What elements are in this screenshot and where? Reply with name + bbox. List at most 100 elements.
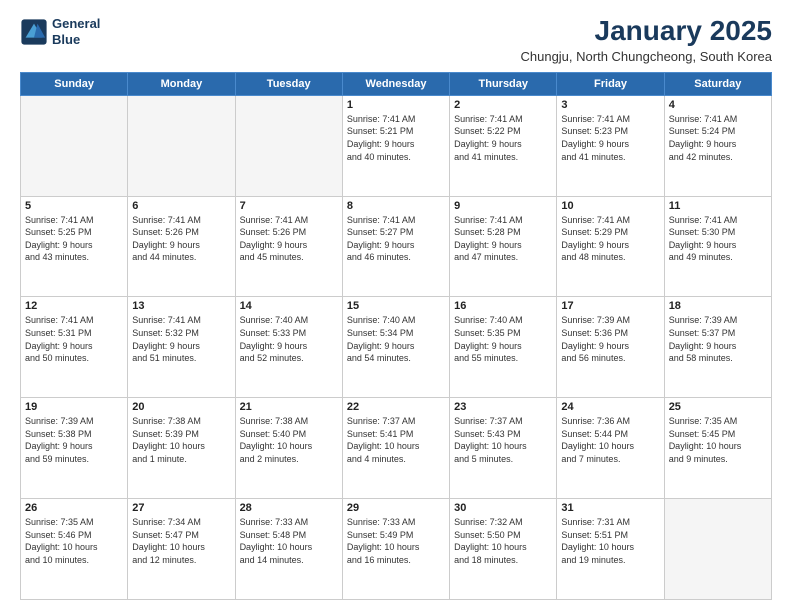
day-info: Sunrise: 7:40 AM Sunset: 5:33 PM Dayligh…: [240, 314, 338, 364]
day-info: Sunrise: 7:33 AM Sunset: 5:48 PM Dayligh…: [240, 516, 338, 566]
calendar-cell-w5-d6: 31 Sunrise: 7:31 AM Sunset: 5:51 PM Dayli…: [557, 499, 664, 600]
calendar-cell-w5-d7: [664, 499, 771, 600]
calendar-cell-w3-d2: 13 Sunrise: 7:41 AM Sunset: 5:32 PM Dayli…: [128, 297, 235, 398]
day-number: 17: [561, 300, 659, 312]
day-info: Sunrise: 7:39 AM Sunset: 5:37 PM Dayligh…: [669, 314, 767, 364]
day-info: Sunrise: 7:41 AM Sunset: 5:21 PM Dayligh…: [347, 113, 445, 163]
calendar-cell-w1-d6: 3Sunrise: 7:41 AM Sunset: 5:23 PM Daylig…: [557, 95, 664, 196]
week-row-4: 19 Sunrise: 7:39 AM Sunset: 5:38 PM Dayli…: [21, 398, 772, 499]
day-info: Sunrise: 7:41 AM Sunset: 5:25 PM Dayligh…: [25, 214, 123, 264]
day-info: Sunrise: 7:39 AM Sunset: 5:38 PM Dayligh…: [25, 415, 123, 465]
day-number: 22: [347, 401, 445, 413]
day-number: 9: [454, 200, 552, 212]
day-info: Sunrise: 7:41 AM Sunset: 5:32 PM Dayligh…: [132, 314, 230, 364]
calendar-cell-w4-d6: 24 Sunrise: 7:36 AM Sunset: 5:44 PM Dayli…: [557, 398, 664, 499]
day-info: Sunrise: 7:40 AM Sunset: 5:35 PM Dayligh…: [454, 314, 552, 364]
header-tuesday: Tuesday: [235, 72, 342, 95]
day-number: 6: [132, 200, 230, 212]
day-number: 18: [669, 300, 767, 312]
logo: General Blue: [20, 16, 100, 47]
day-info: Sunrise: 7:41 AM Sunset: 5:26 PM Dayligh…: [240, 214, 338, 264]
calendar-cell-w1-d3: [235, 95, 342, 196]
day-number: 27: [132, 502, 230, 514]
day-info: Sunrise: 7:36 AM Sunset: 5:44 PM Dayligh…: [561, 415, 659, 465]
calendar-cell-w2-d4: 8Sunrise: 7:41 AM Sunset: 5:27 PM Daylig…: [342, 196, 449, 297]
week-row-5: 26 Sunrise: 7:35 AM Sunset: 5:46 PM Dayli…: [21, 499, 772, 600]
calendar-cell-w2-d2: 6Sunrise: 7:41 AM Sunset: 5:26 PM Daylig…: [128, 196, 235, 297]
header-saturday: Saturday: [664, 72, 771, 95]
calendar-cell-w5-d5: 30 Sunrise: 7:32 AM Sunset: 5:50 PM Dayli…: [450, 499, 557, 600]
day-number: 21: [240, 401, 338, 413]
calendar-cell-w3-d5: 16 Sunrise: 7:40 AM Sunset: 5:35 PM Dayli…: [450, 297, 557, 398]
day-number: 31: [561, 502, 659, 514]
day-info: Sunrise: 7:38 AM Sunset: 5:39 PM Dayligh…: [132, 415, 230, 465]
calendar-table: Sunday Monday Tuesday Wednesday Thursday…: [20, 72, 772, 600]
calendar-cell-w4-d1: 19 Sunrise: 7:39 AM Sunset: 5:38 PM Dayli…: [21, 398, 128, 499]
day-info: Sunrise: 7:41 AM Sunset: 5:23 PM Dayligh…: [561, 113, 659, 163]
header-wednesday: Wednesday: [342, 72, 449, 95]
day-number: 25: [669, 401, 767, 413]
calendar-cell-w4-d5: 23 Sunrise: 7:37 AM Sunset: 5:43 PM Dayli…: [450, 398, 557, 499]
header-friday: Friday: [557, 72, 664, 95]
day-info: Sunrise: 7:39 AM Sunset: 5:36 PM Dayligh…: [561, 314, 659, 364]
day-number: 2: [454, 99, 552, 111]
week-row-2: 5 Sunrise: 7:41 AM Sunset: 5:25 PM Daylig…: [21, 196, 772, 297]
header-sunday: Sunday: [21, 72, 128, 95]
week-row-3: 12Sunrise: 7:41 AM Sunset: 5:31 PM Dayli…: [21, 297, 772, 398]
day-number: 28: [240, 502, 338, 514]
calendar-cell-w1-d1: [21, 95, 128, 196]
header: General Blue January 2025 Chungju, North…: [20, 16, 772, 64]
day-info: Sunrise: 7:37 AM Sunset: 5:41 PM Dayligh…: [347, 415, 445, 465]
day-number: 19: [25, 401, 123, 413]
day-info: Sunrise: 7:41 AM Sunset: 5:29 PM Dayligh…: [561, 214, 659, 264]
calendar-cell-w5-d2: 27 Sunrise: 7:34 AM Sunset: 5:47 PM Dayli…: [128, 499, 235, 600]
day-info: Sunrise: 7:34 AM Sunset: 5:47 PM Dayligh…: [132, 516, 230, 566]
calendar-cell-w4-d2: 20 Sunrise: 7:38 AM Sunset: 5:39 PM Dayli…: [128, 398, 235, 499]
calendar-cell-w3-d1: 12Sunrise: 7:41 AM Sunset: 5:31 PM Dayli…: [21, 297, 128, 398]
day-info: Sunrise: 7:35 AM Sunset: 5:46 PM Dayligh…: [25, 516, 123, 566]
calendar-cell-w3-d7: 18 Sunrise: 7:39 AM Sunset: 5:37 PM Dayli…: [664, 297, 771, 398]
day-number: 26: [25, 502, 123, 514]
day-info: Sunrise: 7:41 AM Sunset: 5:22 PM Dayligh…: [454, 113, 552, 163]
day-info: Sunrise: 7:31 AM Sunset: 5:51 PM Dayligh…: [561, 516, 659, 566]
calendar-cell-w3-d6: 17 Sunrise: 7:39 AM Sunset: 5:36 PM Dayli…: [557, 297, 664, 398]
day-number: 15: [347, 300, 445, 312]
calendar-cell-w2-d5: 9Sunrise: 7:41 AM Sunset: 5:28 PM Daylig…: [450, 196, 557, 297]
calendar-cell-w1-d2: [128, 95, 235, 196]
page: General Blue January 2025 Chungju, North…: [0, 0, 792, 612]
logo-text: General Blue: [52, 16, 100, 47]
logo-icon: [20, 18, 48, 46]
calendar-cell-w3-d3: 14 Sunrise: 7:40 AM Sunset: 5:33 PM Dayli…: [235, 297, 342, 398]
header-thursday: Thursday: [450, 72, 557, 95]
calendar-cell-w4-d3: 21Sunrise: 7:38 AM Sunset: 5:40 PM Dayli…: [235, 398, 342, 499]
day-number: 29: [347, 502, 445, 514]
day-number: 13: [132, 300, 230, 312]
calendar-cell-w5-d1: 26 Sunrise: 7:35 AM Sunset: 5:46 PM Dayli…: [21, 499, 128, 600]
calendar-cell-w2-d6: 10Sunrise: 7:41 AM Sunset: 5:29 PM Dayli…: [557, 196, 664, 297]
month-title: January 2025: [520, 16, 772, 47]
day-number: 7: [240, 200, 338, 212]
day-info: Sunrise: 7:33 AM Sunset: 5:49 PM Dayligh…: [347, 516, 445, 566]
calendar-cell-w5-d4: 29 Sunrise: 7:33 AM Sunset: 5:49 PM Dayli…: [342, 499, 449, 600]
day-number: 16: [454, 300, 552, 312]
day-number: 30: [454, 502, 552, 514]
calendar-cell-w1-d4: 1Sunrise: 7:41 AM Sunset: 5:21 PM Daylig…: [342, 95, 449, 196]
location-subtitle: Chungju, North Chungcheong, South Korea: [520, 49, 772, 64]
calendar-cell-w5-d3: 28 Sunrise: 7:33 AM Sunset: 5:48 PM Dayli…: [235, 499, 342, 600]
day-number: 14: [240, 300, 338, 312]
day-info: Sunrise: 7:35 AM Sunset: 5:45 PM Dayligh…: [669, 415, 767, 465]
day-number: 5: [25, 200, 123, 212]
calendar-cell-w4-d7: 25 Sunrise: 7:35 AM Sunset: 5:45 PM Dayli…: [664, 398, 771, 499]
day-number: 4: [669, 99, 767, 111]
day-number: 24: [561, 401, 659, 413]
day-info: Sunrise: 7:32 AM Sunset: 5:50 PM Dayligh…: [454, 516, 552, 566]
day-number: 20: [132, 401, 230, 413]
calendar-cell-w1-d7: 4Sunrise: 7:41 AM Sunset: 5:24 PM Daylig…: [664, 95, 771, 196]
calendar-cell-w2-d3: 7 Sunrise: 7:41 AM Sunset: 5:26 PM Daylig…: [235, 196, 342, 297]
calendar-cell-w3-d4: 15Sunrise: 7:40 AM Sunset: 5:34 PM Dayli…: [342, 297, 449, 398]
day-number: 23: [454, 401, 552, 413]
calendar-cell-w1-d5: 2 Sunrise: 7:41 AM Sunset: 5:22 PM Daylig…: [450, 95, 557, 196]
calendar-cell-w2-d1: 5 Sunrise: 7:41 AM Sunset: 5:25 PM Daylig…: [21, 196, 128, 297]
day-info: Sunrise: 7:37 AM Sunset: 5:43 PM Dayligh…: [454, 415, 552, 465]
title-block: January 2025 Chungju, North Chungcheong,…: [520, 16, 772, 64]
